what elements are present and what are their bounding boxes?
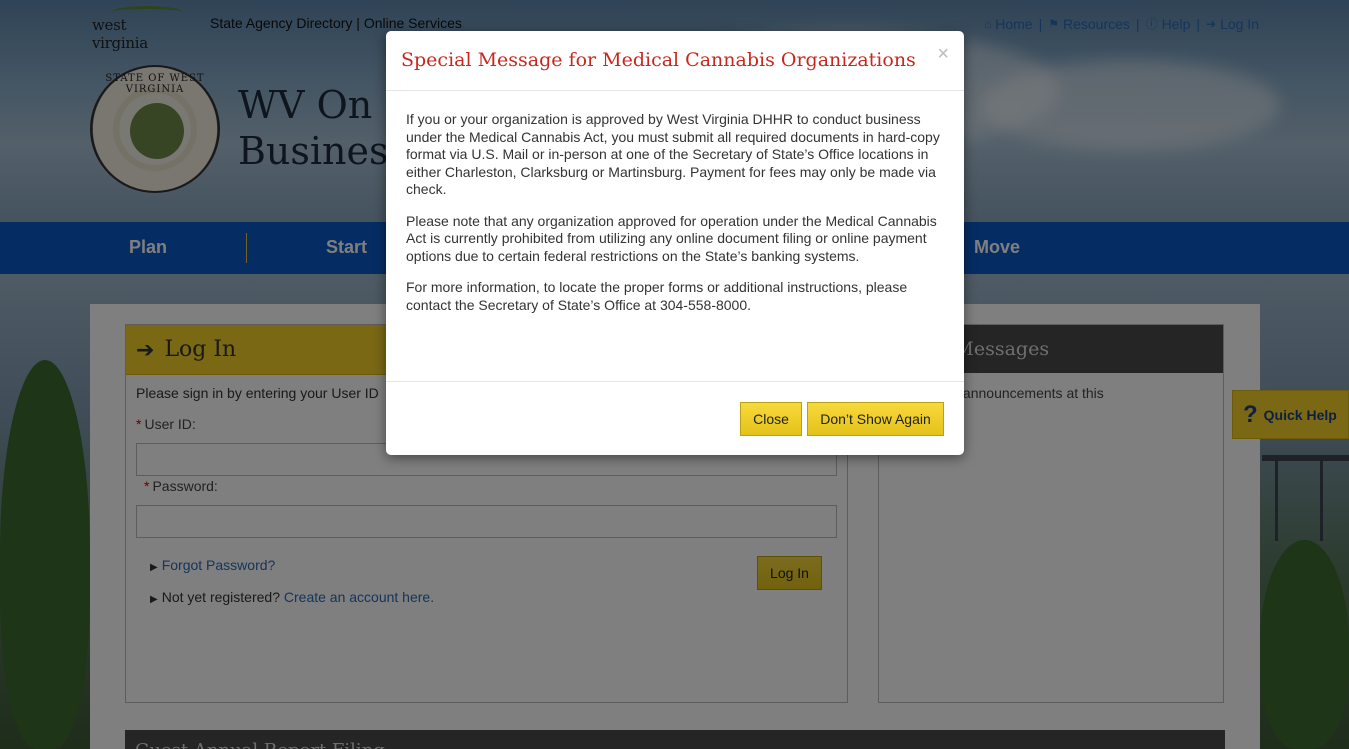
modal-title: Special Message for Medical Cannabis Org… <box>401 49 916 71</box>
modal-paragraph: If you or your organization is approved … <box>406 111 940 197</box>
special-message-modal: Special Message for Medical Cannabis Org… <box>386 31 964 455</box>
dont-show-again-button[interactable]: Don’t Show Again <box>807 402 944 436</box>
modal-paragraph: For more information, to locate the prop… <box>406 279 908 313</box>
modal-header: Special Message for Medical Cannabis Org… <box>386 31 964 91</box>
modal-body: If you or your organization is approved … <box>406 111 941 328</box>
close-icon[interactable]: × <box>937 44 949 64</box>
modal-footer: Close Don’t Show Again <box>386 381 964 455</box>
close-button[interactable]: Close <box>740 402 802 436</box>
modal-paragraph: Please note that any organization approv… <box>406 212 937 264</box>
